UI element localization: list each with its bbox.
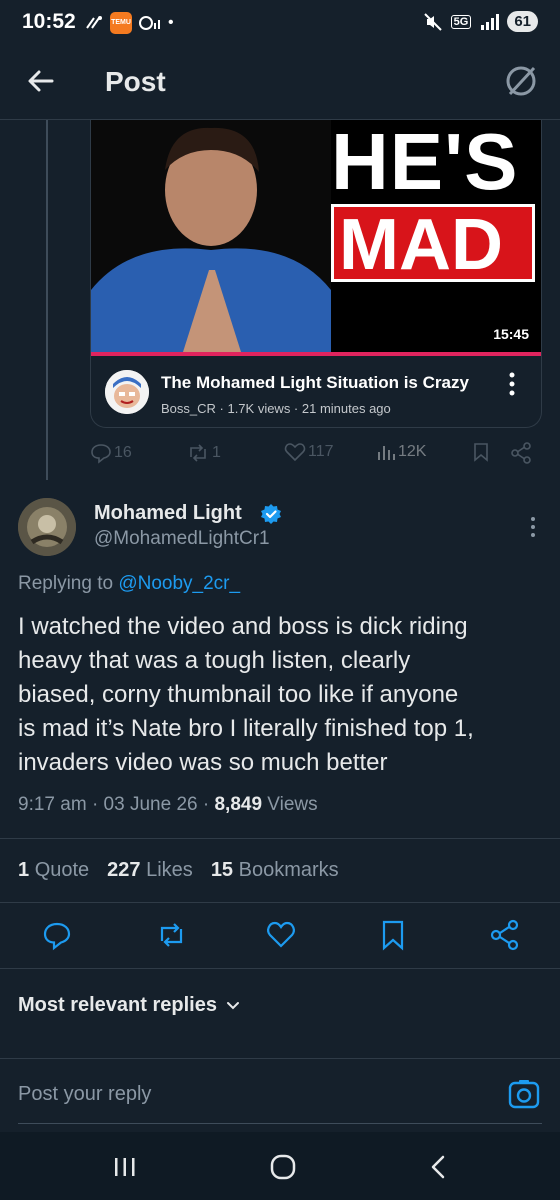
back-nav-icon[interactable] [424,1152,454,1182]
parent-share-action[interactable] [510,442,532,464]
reply-icon[interactable] [40,918,74,952]
replying-to-line: Replying to @Nooby_2cr_ [18,573,240,595]
signal-icon [481,13,500,30]
tweet-time: 9:17 am [18,794,87,815]
replies-sort-label: Most relevant replies [18,994,217,1016]
replies-sort-dropdown[interactable]: Most relevant replies [18,994,241,1017]
thumbnail-text-line1: HE'S [331,120,519,206]
quotes-stat[interactable]: 1 Quote [18,859,89,882]
battery-indicator: 61 [507,11,538,32]
status-right-icons: 5G 61 [423,11,538,32]
parent-views-action[interactable]: 12K [376,442,426,462]
author-avatar[interactable] [18,498,76,556]
video-duration: 15:45 [493,326,529,342]
video-progress-bar [91,352,541,356]
bookmarks-label: Bookmarks [238,859,339,881]
top-header: Post [0,48,560,120]
likes-stat[interactable]: 227 Likes [107,859,193,882]
more-options-icon[interactable] [530,516,536,538]
tweet-body-line: is mad it’s Nate bro I literally finishe… [18,715,474,742]
thumbnail-person-image [91,120,331,352]
like-icon[interactable] [264,918,298,952]
tweet-views-label[interactable]: Views [267,794,317,815]
repost-icon [190,444,206,462]
link-icon [86,16,102,29]
video-thumbnail[interactable]: HE'S MAD 15:45 [91,120,541,352]
engagement-stats: 1 Quote 227 Likes 15 Bookmarks [18,859,339,882]
parent-repost-count: 1 [212,444,221,461]
tweet-date: 03 June 26 [103,794,198,815]
author-avatar-image [18,498,76,556]
camera-icon[interactable] [508,1079,540,1111]
replying-mention-link[interactable]: @Nooby_2cr_ [118,573,240,594]
video-more-icon[interactable] [509,372,515,396]
reply-input-underline [18,1123,542,1124]
tweet-meta: 9:17 am · 03 June 26 · 8,849 Views [18,794,318,815]
app-notification-icon [139,16,160,30]
mute-icon [423,12,442,31]
tweet-views-count: 8,849 [214,794,263,815]
parent-like-count: 117 [308,443,334,460]
heart-icon [284,443,306,462]
status-bar: 10:52 TEMU • 5G 61 [0,0,560,48]
reply-icon [91,444,111,464]
reply-composer[interactable]: Post your reply [0,1058,560,1132]
divider [0,968,560,969]
dot-icon: • [168,14,174,31]
parent-reply-action[interactable]: 16 [90,442,132,464]
tweet-body-line: biased, corny thumbnail too like if anyo… [18,681,459,708]
reply-input[interactable]: Post your reply [18,1083,151,1106]
bookmark-icon[interactable] [376,918,410,952]
likes-label: Likes [146,859,193,881]
author-name[interactable]: Mohamed Light [94,502,242,525]
share-icon [511,442,531,464]
bookmarks-count: 15 [210,859,234,881]
repost-icon[interactable] [154,918,188,952]
tweet-action-row [0,918,560,958]
parent-reply-count: 16 [114,444,132,461]
tweet-body-line: heavy that was a tough listen, clearly [18,647,411,674]
bookmark-icon [474,443,488,462]
views-icon [378,446,395,460]
tweet-body-line: invaders video was so much better [18,749,388,776]
status-left-icons: TEMU • [84,12,174,34]
divider [0,838,560,839]
tweet-body-line: I watched the video and boss is dick rid… [18,613,468,640]
parent-views-count: 12K [398,443,427,460]
divider [0,902,560,903]
grok-icon[interactable] [502,62,540,100]
back-arrow-icon[interactable] [24,64,58,98]
author-handle[interactable]: @MohamedLightCr1 [94,528,270,550]
page-title: Post [105,66,166,97]
temu-app-icon: TEMU [110,12,132,34]
home-icon[interactable] [268,1152,298,1182]
thumbnail-text-line2: MAD [339,205,503,285]
video-meta: Boss_CR · 1.7K views · 21 minutes ago [161,401,391,416]
system-nav-bar [0,1132,560,1200]
parent-like-action[interactable]: 117 [284,442,334,462]
status-time: 10:52 [22,10,76,33]
share-icon[interactable] [488,918,522,952]
quotes-count: 1 [18,859,30,881]
replying-prefix: Replying to [18,573,119,594]
parent-bookmark-action[interactable] [472,442,490,462]
channel-avatar[interactable] [105,370,149,414]
recent-apps-icon[interactable] [110,1152,140,1182]
parent-action-row: 16 1 117 12K [90,442,540,470]
video-embed-card[interactable]: HE'S MAD 15:45 The Mohamed Light Situati… [90,120,542,428]
tweet-body: I watched the video and boss is dick rid… [18,610,548,780]
likes-count: 227 [107,859,141,881]
thread-connector-line [46,120,48,480]
verified-badge-icon [261,504,281,524]
bookmarks-stat[interactable]: 15 Bookmarks [211,859,339,882]
network-label: 5G [450,14,472,29]
channel-avatar-image [105,370,149,414]
chevron-down-icon [226,1001,239,1009]
video-title[interactable]: The Mohamed Light Situation is Crazy [161,373,469,393]
parent-repost-action[interactable]: 1 [186,442,221,464]
quotes-label: Quote [34,859,90,881]
